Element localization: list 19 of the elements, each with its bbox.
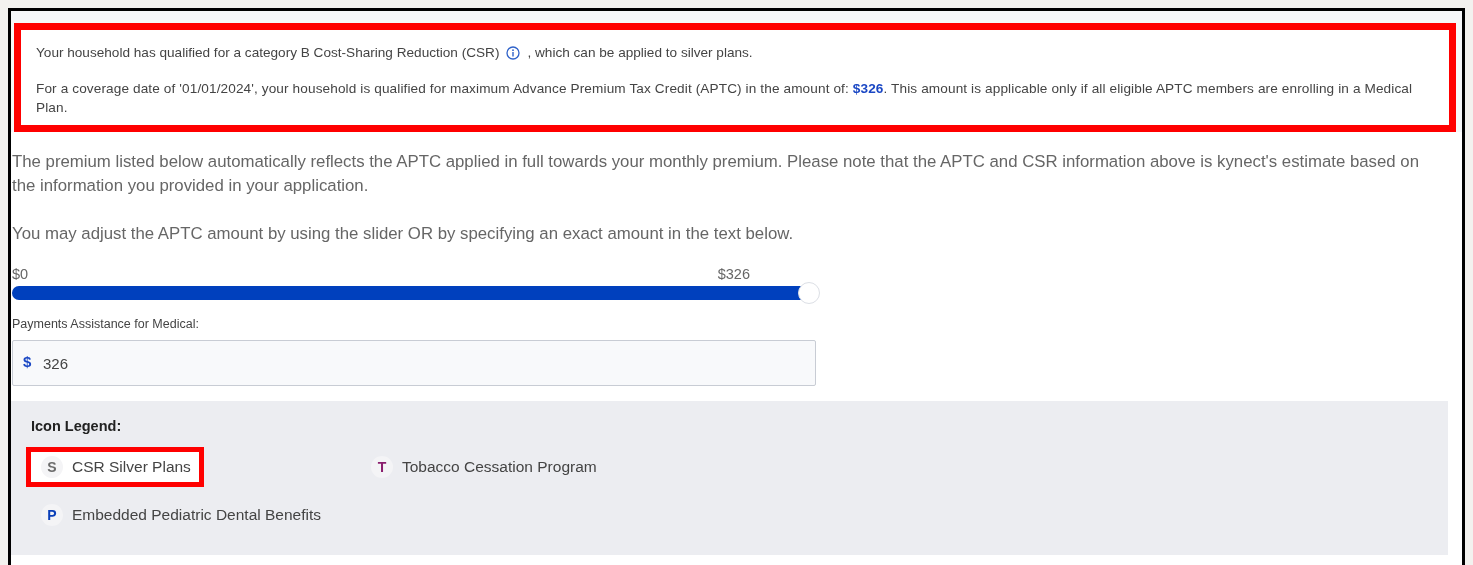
legend-label: Embedded Pediatric Dental Benefits (72, 506, 321, 524)
aptc-slider[interactable] (12, 282, 820, 304)
explanation-paragraph: The premium listed below automatically reflects the APTC applied in full towards your monthly premium. Please note that the APTC and CSR information above is kynect's estimate based on the information you provided in your application. (12, 151, 1420, 197)
dollar-prefix: $ (23, 353, 32, 370)
letter-icon: T (371, 456, 393, 478)
legend-label: CSR Silver Plans (72, 458, 191, 476)
legend-label: Tobacco Cessation Program (402, 458, 597, 476)
field-label: Payments Assistance for Medical: (12, 317, 200, 331)
legend-title: Icon Legend: (31, 418, 123, 434)
instruction-text: You may adjust the APTC amount by using the slider OR by specifying an exact amount in the text below. (12, 223, 795, 245)
notice-text: Your household has qualified for a category B Cost-Sharing Reduction (CSR) (36, 44, 500, 62)
slider-thumb[interactable] (798, 282, 820, 304)
letter-icon: P (41, 504, 63, 526)
letter-icon: S (41, 456, 63, 478)
notice-paragraph: For a coverage date of '01/01/2024', your household is qualified for maximum Advance Premium Tax Credit (APTC) in the amount of: $326. This amount is applicable only if all eligible APTC members are enrolling in a Medical Plan. (36, 80, 1414, 117)
slider-max-label: $326 (717, 266, 750, 282)
notice-text: , which can be applied to silver plans. (527, 44, 753, 62)
slider-min-label: $0 (12, 266, 29, 282)
info-icon[interactable] (506, 45, 521, 60)
